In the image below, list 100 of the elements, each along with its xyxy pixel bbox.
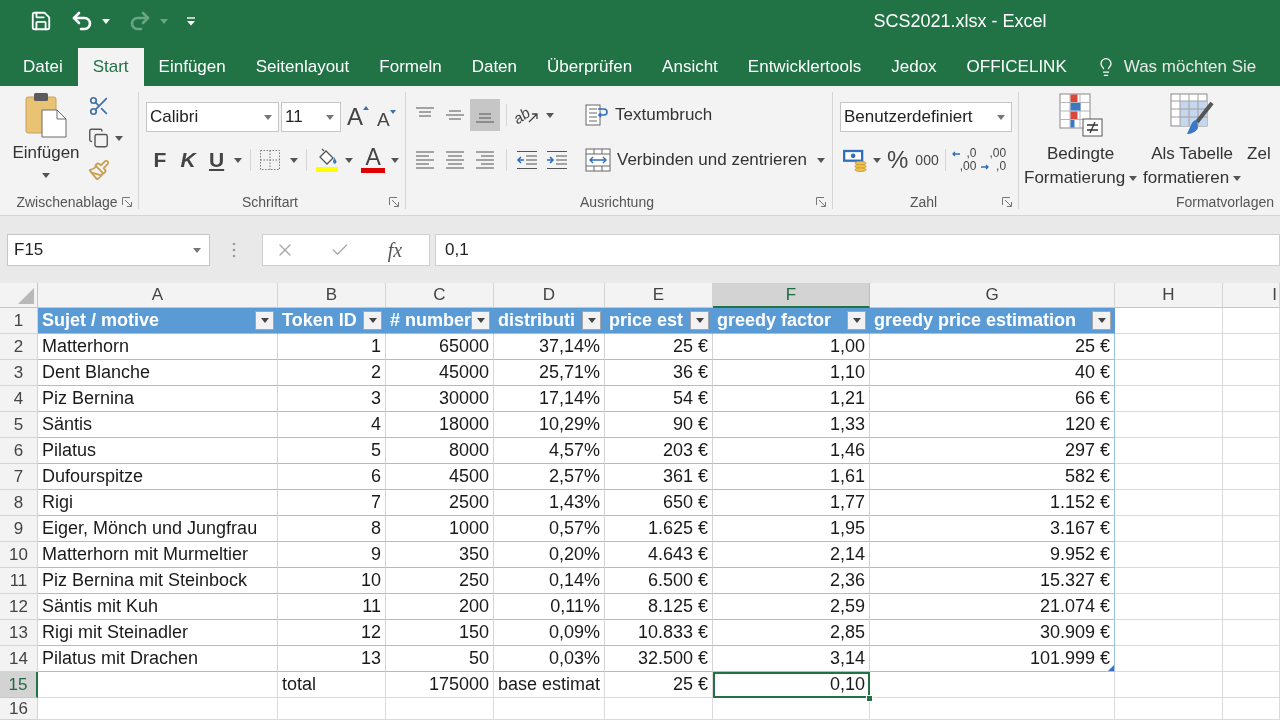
row-header[interactable]: 7 (0, 464, 38, 490)
bold-button[interactable]: F (146, 145, 174, 175)
row-header[interactable]: 8 (0, 490, 38, 516)
formula-field[interactable]: 0,1 (435, 234, 1280, 266)
ribbon-tab[interactable]: Formeln (364, 48, 457, 86)
column-title: distributi (498, 309, 575, 332)
ribbon-tab[interactable]: Start (77, 48, 144, 86)
fill-handle[interactable] (866, 695, 873, 702)
table-cell: 50 (386, 646, 494, 672)
row-header[interactable]: 2 (0, 334, 38, 360)
paste-button[interactable]: Einfügen (10, 92, 82, 181)
caret-icon (852, 318, 861, 323)
row-header[interactable]: 10 (0, 542, 38, 568)
ribbon-tab[interactable]: Ansicht (647, 48, 733, 86)
table-cell: 37,14% (494, 334, 605, 360)
table-cell: 2,14 (713, 542, 870, 568)
table-cell: base estimat (494, 672, 605, 698)
table-cell: 1,21 (713, 386, 870, 412)
table-cell: 0,10 (713, 672, 870, 698)
conditional-formatting-button[interactable]: Bedingte Formatierung (1022, 93, 1140, 190)
drag-handle-icon[interactable] (232, 242, 236, 258)
row-header[interactable]: 4 (0, 386, 38, 412)
table-cell: 297 € (870, 438, 1115, 464)
table-cell: 8.125 € (605, 594, 713, 620)
ribbon-tab[interactable]: Einfügen (143, 48, 241, 86)
row-header[interactable]: 15 (0, 672, 38, 698)
table-cell: 13 (278, 646, 386, 672)
dialog-launcher-icon[interactable] (1002, 197, 1012, 207)
font-color-button[interactable]: A (361, 145, 400, 175)
column-header[interactable]: C (386, 283, 494, 308)
grow-font-button[interactable]: A (347, 102, 369, 132)
copy-icon (88, 127, 109, 149)
font-name-combo[interactable]: Calibri (146, 102, 279, 132)
table-cell: 7 (278, 490, 386, 516)
ribbon-tab[interactable]: Jedox (876, 48, 952, 86)
ribbon-tab[interactable]: Datei (8, 48, 78, 86)
ribbon-tab[interactable]: Überprüfen (532, 48, 648, 86)
table-cell: 5 (278, 438, 386, 464)
dialog-launcher-icon[interactable] (816, 197, 826, 207)
merge-center-button[interactable]: Verbinden und zentrieren (585, 144, 825, 176)
filter-button[interactable] (847, 311, 866, 330)
dialog-launcher-icon[interactable] (389, 197, 399, 207)
number-format-combo[interactable]: Benutzerdefiniert (840, 102, 1012, 132)
row-header[interactable]: 12 (0, 594, 38, 620)
empty-cell (1223, 386, 1280, 412)
percent-button[interactable]: % (887, 145, 909, 175)
table-brush-icon (1170, 93, 1215, 137)
decrease-decimal-button[interactable]: ,00 ,0 (981, 147, 1007, 173)
orientation-button[interactable]: ab (513, 99, 554, 131)
row-header[interactable]: 6 (0, 438, 38, 464)
group-label: Zwischenablage (16, 192, 118, 212)
table-cell: 1 (278, 334, 386, 360)
row-header[interactable]: 11 (0, 568, 38, 594)
column-header[interactable]: B (278, 283, 386, 308)
filter-button[interactable] (582, 311, 601, 330)
table-cell: 650 € (605, 490, 713, 516)
table-cell: 10 (278, 568, 386, 594)
font-size-combo[interactable]: 11 (281, 102, 341, 132)
row-header[interactable]: 13 (0, 620, 38, 646)
italic-button[interactable]: K (174, 145, 202, 175)
filter-button[interactable] (690, 311, 709, 330)
resize-handle-icon[interactable] (1108, 665, 1114, 671)
wrap-text-button[interactable]: Textumbruch (585, 99, 825, 131)
column-header[interactable]: F (713, 283, 870, 308)
row-header[interactable]: 9 (0, 516, 38, 542)
filter-button[interactable] (255, 311, 274, 330)
row-header[interactable]: 14 (0, 646, 38, 672)
ribbon-tab[interactable]: Entwicklertools (732, 48, 877, 86)
row-header[interactable]: 5 (0, 412, 38, 438)
row-header[interactable]: 3 (0, 360, 38, 386)
format-as-table-button[interactable]: Als Tabelle formatieren (1141, 93, 1244, 190)
caret-icon (695, 318, 704, 323)
dialog-launcher-icon[interactable] (122, 197, 132, 207)
ribbon-tab[interactable]: OFFICELINK (951, 48, 1082, 86)
caret-icon (234, 157, 243, 163)
filter-button[interactable] (1092, 311, 1111, 330)
thousands-separator-button[interactable]: 000 (915, 145, 939, 175)
table-cell: 0,11% (494, 594, 605, 620)
column-header[interactable]: D (494, 283, 605, 308)
column-header[interactable]: A (38, 283, 278, 308)
column-header[interactable]: E (605, 283, 713, 308)
column-header[interactable]: G (870, 283, 1115, 308)
row-header[interactable]: 16 (0, 698, 38, 720)
cell-styles-button[interactable]: Zel (1245, 93, 1273, 166)
caret-icon (476, 318, 485, 323)
column-header[interactable]: I (1223, 283, 1280, 308)
tell-me-field[interactable]: Was möchten Sie (1123, 54, 1280, 80)
ribbon-tab[interactable]: Seitenlayout (240, 48, 365, 86)
insert-function-button[interactable]: fx (380, 235, 410, 265)
copy-button[interactable] (88, 127, 123, 149)
table-bars-icon (1058, 93, 1103, 137)
ribbon-tab[interactable]: Daten (456, 48, 533, 86)
column-header[interactable]: H (1115, 283, 1223, 308)
filter-button[interactable] (471, 311, 491, 330)
shrink-font-button[interactable]: A (377, 102, 396, 132)
increase-decimal-button[interactable]: ,0 ,00 (951, 147, 977, 173)
row-header[interactable]: 1 (0, 308, 38, 334)
underline-button[interactable]: U (202, 145, 243, 175)
filter-button[interactable] (363, 311, 382, 330)
name-box[interactable]: F15 (7, 234, 210, 266)
